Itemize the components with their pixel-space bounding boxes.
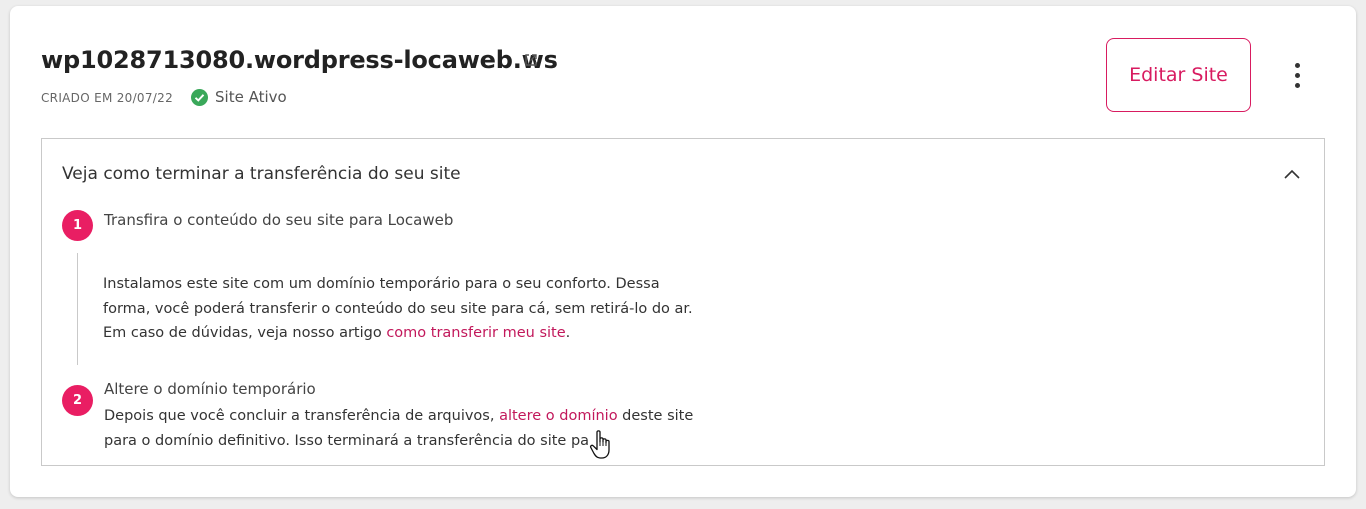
transfer-panel: Veja como terminar a transferência do se… <box>41 138 1325 466</box>
status-badge <box>191 89 208 106</box>
external-link-icon[interactable] <box>523 52 539 68</box>
kebab-menu-icon[interactable] <box>1288 61 1308 91</box>
step-number-1: 1 <box>62 210 93 241</box>
transfer-article-link[interactable]: como transferir meu site <box>386 325 565 341</box>
step-number-2: 2 <box>62 385 93 416</box>
site-card: wp1028713080.wordpress-locaweb.ws CRIADO… <box>10 6 1356 497</box>
panel-title: Veja como terminar a transferência do se… <box>62 164 461 184</box>
step-description-1: Instalamos este site com um domínio temp… <box>103 276 693 341</box>
created-date: CRIADO EM 20/07/22 <box>41 91 174 105</box>
chevron-up-icon[interactable] <box>1282 167 1302 181</box>
step-connector <box>77 253 78 365</box>
step-description-2: Depois que você concluir a transferência… <box>104 408 694 449</box>
check-icon <box>194 94 205 102</box>
step-title-2: Altere o domínio temporário <box>104 380 316 398</box>
site-title: wp1028713080.wordpress-locaweb.ws <box>41 46 558 74</box>
edit-site-button[interactable]: Editar Site <box>1106 38 1251 112</box>
change-domain-link[interactable]: altere o domínio <box>499 408 618 424</box>
step-title-1: Transfira o conteúdo do seu site para Lo… <box>104 211 454 229</box>
hand-pointer-icon <box>589 430 610 459</box>
status-text: Site Ativo <box>215 88 287 106</box>
